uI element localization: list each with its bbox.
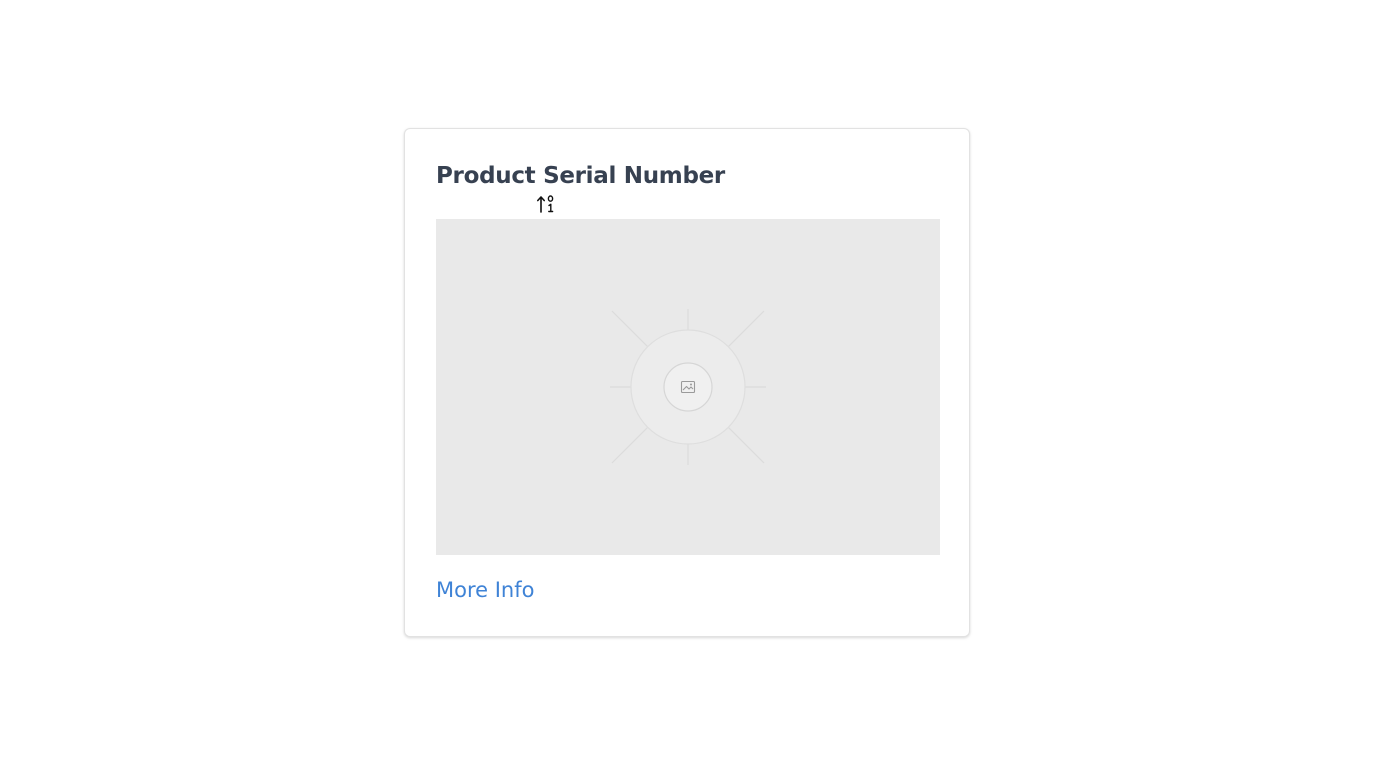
image-placeholder <box>436 219 940 555</box>
image-icon <box>680 379 696 395</box>
sort-ascending-numeric-icon[interactable] <box>536 194 556 214</box>
product-card: Product Serial Number More Info <box>404 128 970 637</box>
card-title: Product Serial Number <box>436 163 725 189</box>
more-info-link[interactable]: More Info <box>436 578 534 602</box>
